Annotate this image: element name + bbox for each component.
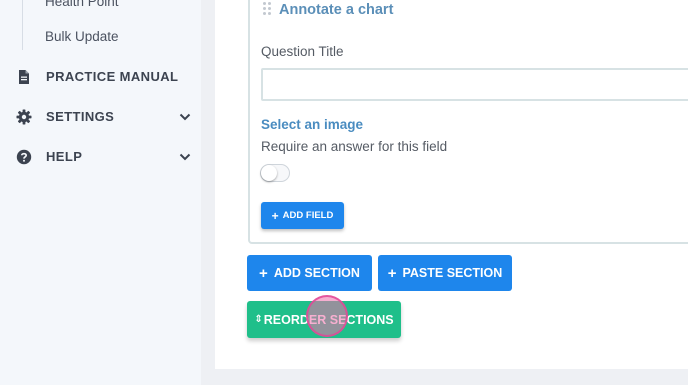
chevron-down-icon: [179, 153, 191, 161]
paste-section-label: PASTE SECTION: [402, 266, 503, 280]
question-title-input[interactable]: [261, 68, 688, 101]
question-circle-icon: [16, 149, 32, 165]
sidebar-subitem-health-point[interactable]: Health Point: [45, 0, 119, 9]
sidebar: Health Point Bulk Update PRACTICE MANUAL…: [0, 0, 201, 385]
sidebar-item-settings[interactable]: SETTINGS: [0, 104, 201, 130]
sidebar-item-label: HELP: [46, 149, 83, 164]
chevron-down-icon: [179, 113, 191, 121]
sidebar-item-help[interactable]: HELP: [0, 144, 201, 170]
select-image-link[interactable]: Select an image: [261, 117, 363, 132]
sidebar-item-label: SETTINGS: [46, 109, 115, 124]
click-indicator: [306, 295, 348, 337]
add-section-label: ADD SECTION: [273, 266, 360, 280]
toggle-knob: [261, 165, 277, 181]
submenu-guide-line: [22, 0, 23, 50]
question-title-label: Question Title: [261, 44, 344, 59]
add-field-button[interactable]: + ADD FIELD: [261, 202, 344, 229]
sidebar-item-practice-manual[interactable]: PRACTICE MANUAL: [0, 64, 201, 90]
plus-icon: +: [271, 208, 279, 223]
drag-handle-icon[interactable]: [262, 1, 272, 16]
plus-icon: +: [387, 264, 397, 282]
require-answer-label: Require an answer for this field: [261, 139, 448, 154]
sidebar-subitem-bulk-update[interactable]: Bulk Update: [45, 29, 119, 44]
field-type-title: Annotate a chart: [279, 2, 394, 18]
document-icon: [19, 70, 29, 84]
plus-icon: +: [259, 264, 268, 282]
require-answer-toggle[interactable]: [260, 164, 290, 182]
sidebar-item-label: PRACTICE MANUAL: [46, 69, 179, 84]
gear-icon: [16, 109, 32, 125]
add-section-button[interactable]: + ADD SECTION: [247, 255, 372, 291]
add-field-label: ADD FIELD: [282, 210, 334, 221]
sort-icon: ⇕: [254, 313, 263, 325]
paste-section-button[interactable]: + PASTE SECTION: [378, 255, 512, 291]
